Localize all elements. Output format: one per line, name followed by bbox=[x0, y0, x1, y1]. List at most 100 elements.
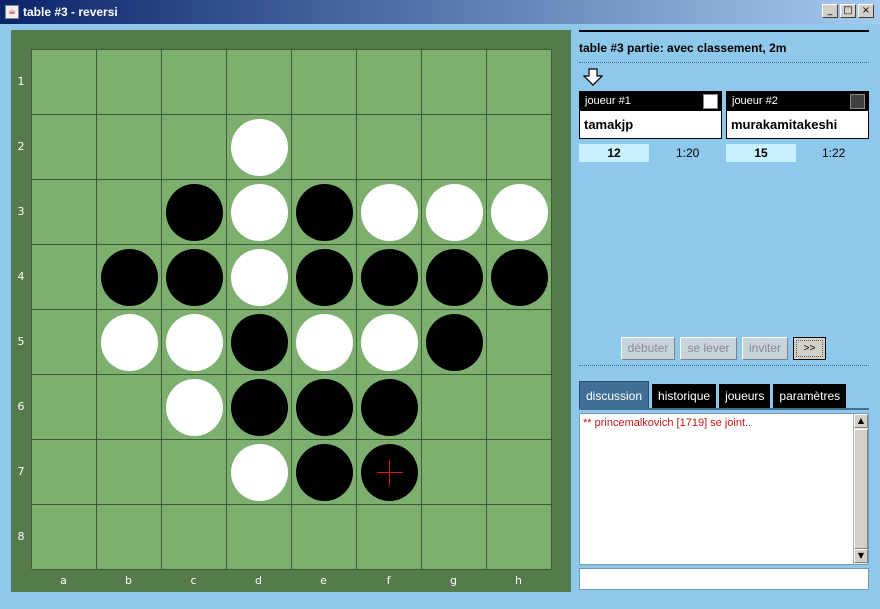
board-cell-g3[interactable] bbox=[422, 180, 487, 245]
board-cell-e4[interactable] bbox=[292, 245, 357, 310]
board-cell-a7[interactable] bbox=[32, 440, 97, 505]
close-button[interactable]: × bbox=[858, 4, 874, 18]
board-cell-a4[interactable] bbox=[32, 245, 97, 310]
board-cell-d7[interactable] bbox=[227, 440, 292, 505]
board-cell-f5[interactable] bbox=[357, 310, 422, 375]
board-cell-a6[interactable] bbox=[32, 375, 97, 440]
board-cell-a5[interactable] bbox=[32, 310, 97, 375]
board-cell-d1[interactable] bbox=[227, 50, 292, 115]
column-label-e: e bbox=[320, 574, 327, 587]
board-cell-e3[interactable] bbox=[292, 180, 357, 245]
board-cell-c8[interactable] bbox=[162, 505, 227, 570]
chat-log[interactable]: ** princemalkovich [1719] se joint.. ▲ ▼ bbox=[579, 413, 869, 565]
more-button[interactable]: >> bbox=[793, 337, 826, 360]
board-cell-b5[interactable] bbox=[97, 310, 162, 375]
board-cell-h3[interactable] bbox=[487, 180, 552, 245]
board-cell-d4[interactable] bbox=[227, 245, 292, 310]
board-cell-d5[interactable] bbox=[227, 310, 292, 375]
player-1-card[interactable]: joueur #1 tamakjp bbox=[579, 91, 722, 139]
board-cell-h5[interactable] bbox=[487, 310, 552, 375]
board-cell-h1[interactable] bbox=[487, 50, 552, 115]
board-cell-h4[interactable] bbox=[487, 245, 552, 310]
board-cell-f3[interactable] bbox=[357, 180, 422, 245]
column-label-d: d bbox=[255, 574, 262, 587]
board-cell-e7[interactable] bbox=[292, 440, 357, 505]
player-1-score: 12 bbox=[579, 144, 649, 162]
board-cell-f2[interactable] bbox=[357, 115, 422, 180]
chat-scrollbar[interactable]: ▲ ▼ bbox=[853, 414, 868, 564]
board-cell-a3[interactable] bbox=[32, 180, 97, 245]
board-cell-h8[interactable] bbox=[487, 505, 552, 570]
board-cell-g6[interactable] bbox=[422, 375, 487, 440]
player-2-score: 15 bbox=[726, 144, 796, 162]
chat-input[interactable] bbox=[579, 568, 869, 590]
board-cell-g2[interactable] bbox=[422, 115, 487, 180]
board-cell-e1[interactable] bbox=[292, 50, 357, 115]
board-cell-b7[interactable] bbox=[97, 440, 162, 505]
board-cell-b2[interactable] bbox=[97, 115, 162, 180]
board-cell-c4[interactable] bbox=[162, 245, 227, 310]
board-cell-a8[interactable] bbox=[32, 505, 97, 570]
board-cell-f8[interactable] bbox=[357, 505, 422, 570]
tab-parametres[interactable]: paramètres bbox=[773, 384, 847, 409]
window-title: table #3 - reversi bbox=[23, 5, 118, 19]
invite-button[interactable]: inviter bbox=[742, 337, 788, 360]
board-cell-a1[interactable] bbox=[32, 50, 97, 115]
board-cell-b8[interactable] bbox=[97, 505, 162, 570]
board-cell-g7[interactable] bbox=[422, 440, 487, 505]
black-disc bbox=[361, 249, 418, 306]
board-cell-g1[interactable] bbox=[422, 50, 487, 115]
maximize-button[interactable]: □ bbox=[840, 4, 856, 18]
white-disc bbox=[361, 184, 418, 241]
board-cell-d3[interactable] bbox=[227, 180, 292, 245]
board-cell-b3[interactable] bbox=[97, 180, 162, 245]
white-disc bbox=[426, 184, 483, 241]
board-cell-c3[interactable] bbox=[162, 180, 227, 245]
player-2-time: 1:22 bbox=[822, 146, 846, 160]
board-cell-c7[interactable] bbox=[162, 440, 227, 505]
board-cell-f1[interactable] bbox=[357, 50, 422, 115]
board-cell-f6[interactable] bbox=[357, 375, 422, 440]
board-cell-c1[interactable] bbox=[162, 50, 227, 115]
board-cell-c5[interactable] bbox=[162, 310, 227, 375]
board-cell-g5[interactable] bbox=[422, 310, 487, 375]
board-cell-e8[interactable] bbox=[292, 505, 357, 570]
board-cell-f4[interactable] bbox=[357, 245, 422, 310]
scroll-thumb[interactable] bbox=[854, 429, 868, 549]
board-cell-e5[interactable] bbox=[292, 310, 357, 375]
board-cell-h2[interactable] bbox=[487, 115, 552, 180]
board-cell-h7[interactable] bbox=[487, 440, 552, 505]
reversi-board[interactable] bbox=[31, 49, 552, 570]
tab-joueurs[interactable]: joueurs bbox=[719, 384, 771, 409]
turn-arrow-icon bbox=[583, 68, 603, 86]
board-cell-g4[interactable] bbox=[422, 245, 487, 310]
tab-discussion[interactable]: discussion bbox=[579, 381, 650, 409]
board-cell-c6[interactable] bbox=[162, 375, 227, 440]
stand-up-button[interactable]: se lever bbox=[680, 337, 737, 360]
board-cell-e6[interactable] bbox=[292, 375, 357, 440]
board-cell-b6[interactable] bbox=[97, 375, 162, 440]
board-cell-c2[interactable] bbox=[162, 115, 227, 180]
white-disc bbox=[361, 314, 418, 371]
board-cell-g8[interactable] bbox=[422, 505, 487, 570]
java-app-icon[interactable]: ☕ bbox=[5, 5, 19, 19]
scroll-up-icon[interactable]: ▲ bbox=[854, 414, 868, 428]
player-1-time: 1:20 bbox=[676, 146, 700, 160]
board-cell-b4[interactable] bbox=[97, 245, 162, 310]
board-cell-d8[interactable] bbox=[227, 505, 292, 570]
black-disc bbox=[231, 314, 288, 371]
board-cell-d6[interactable] bbox=[227, 375, 292, 440]
scroll-down-icon[interactable]: ▼ bbox=[854, 549, 868, 563]
board-cell-f7[interactable] bbox=[357, 440, 422, 505]
board-cell-e2[interactable] bbox=[292, 115, 357, 180]
board-cell-a2[interactable] bbox=[32, 115, 97, 180]
white-disc bbox=[231, 444, 288, 501]
start-button[interactable]: débuter bbox=[621, 337, 675, 360]
player-2-card[interactable]: joueur #2 murakamitakeshi bbox=[726, 91, 869, 139]
minimize-button[interactable]: _ bbox=[822, 4, 838, 18]
board-cell-b1[interactable] bbox=[97, 50, 162, 115]
tab-historique[interactable]: historique bbox=[652, 384, 717, 409]
window-controls: _ □ × bbox=[822, 4, 874, 18]
board-cell-h6[interactable] bbox=[487, 375, 552, 440]
board-cell-d2[interactable] bbox=[227, 115, 292, 180]
